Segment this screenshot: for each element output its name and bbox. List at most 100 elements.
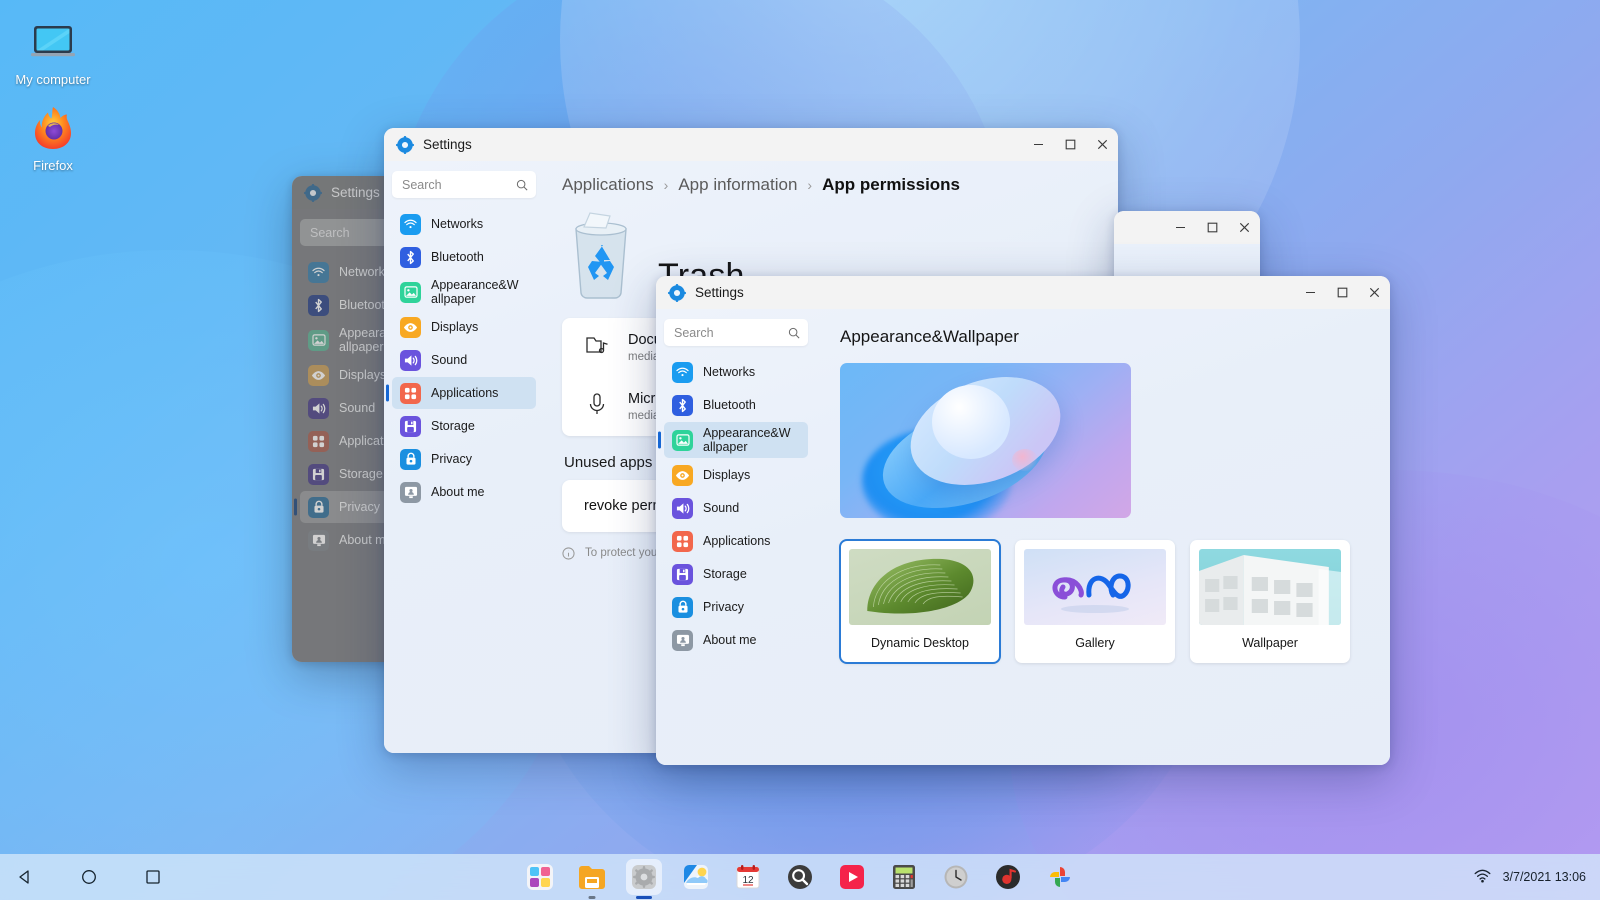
sidebar-item-label: Storage <box>339 467 383 481</box>
lock-icon <box>672 596 693 618</box>
breadcrumb-separator: › <box>663 177 669 193</box>
pc-user-icon <box>308 529 329 551</box>
sidebar-item-label: Privacy <box>339 500 380 514</box>
minimize-button[interactable] <box>1164 211 1196 244</box>
lock-icon <box>400 448 421 470</box>
sidebar-item-displays[interactable]: Displays <box>392 311 536 343</box>
gear-icon <box>396 135 414 154</box>
sidebar-item-networks[interactable]: Networks <box>392 208 536 240</box>
sidebar-item-label: Sound <box>431 353 468 367</box>
sidebar-item-about-me[interactable]: About me <box>664 624 808 656</box>
info-icon <box>562 547 575 565</box>
grid-icon <box>400 382 421 404</box>
taskbar-app-store[interactable] <box>522 859 558 895</box>
minimize-button[interactable] <box>1022 128 1054 161</box>
disk-icon <box>400 415 421 437</box>
maximize-button[interactable] <box>1326 276 1358 309</box>
dynamic-desktop-thumbnail <box>849 549 991 625</box>
maximize-button[interactable] <box>1196 211 1228 244</box>
close-button[interactable] <box>1228 211 1260 244</box>
close-button[interactable] <box>1086 128 1118 161</box>
sidebar-item-sound[interactable]: Sound <box>392 344 536 376</box>
back-button[interactable] <box>14 866 36 888</box>
sidebar-item-storage[interactable]: Storage <box>664 558 808 590</box>
titlebar[interactable] <box>1114 211 1260 244</box>
titlebar[interactable]: Settings <box>384 128 1118 161</box>
taskbar-music[interactable] <box>990 859 1026 895</box>
desktop-icon-my-computer[interactable]: My computer <box>0 14 106 87</box>
taskbar-settings[interactable] <box>626 859 662 899</box>
sidebar-item-applications[interactable]: Applications <box>392 377 536 409</box>
sidebar-item-label: Displays <box>431 320 479 334</box>
speaker-icon <box>308 397 329 419</box>
taskbar-tray: 3/7/2021 13:06 <box>1474 869 1586 886</box>
sidebar-item-displays[interactable]: Displays <box>664 459 808 491</box>
taskbar-photos[interactable] <box>1042 859 1078 895</box>
gear-icon <box>668 283 686 302</box>
sidebar-item-sound[interactable]: Sound <box>664 492 808 524</box>
sidebar-item-bluetooth[interactable]: Bluetooth <box>664 389 808 421</box>
minimize-button[interactable] <box>1294 276 1326 309</box>
sidebar-item-storage[interactable]: Storage <box>392 410 536 442</box>
bluetooth-icon <box>308 294 329 316</box>
search-input[interactable]: Search <box>392 171 536 198</box>
window-title: Settings <box>423 137 472 152</box>
image-icon <box>400 281 421 303</box>
sidebar-item-label: Bluetooth <box>703 398 756 412</box>
maximize-button[interactable] <box>1054 128 1086 161</box>
sidebar-item-bluetooth[interactable]: Bluetooth <box>392 241 536 273</box>
sidebar-item-label: Networks <box>703 365 756 379</box>
desktop-icon-label: Firefox <box>33 158 73 173</box>
wifi-icon <box>672 361 693 383</box>
breadcrumb-item[interactable]: Applications <box>562 175 654 195</box>
page-title: Appearance&Wallpaper <box>840 327 1019 346</box>
sidebar-item-applications[interactable]: Applications <box>664 525 808 557</box>
sidebar-item-about-me[interactable]: About me <box>392 476 536 508</box>
close-button[interactable] <box>1358 276 1390 309</box>
taskbar-clock-text[interactable]: 3/7/2021 13:06 <box>1503 870 1586 884</box>
desktop-icon-firefox[interactable]: Firefox <box>0 100 106 173</box>
sidebar-item-appearance-wallpaper[interactable]: Appearance&W allpaper <box>664 422 808 458</box>
disk-icon <box>308 463 329 485</box>
search-input[interactable]: Search <box>664 319 808 346</box>
taskbar-media-player[interactable] <box>834 859 870 895</box>
tile-wallpaper[interactable]: Wallpaper <box>1190 540 1350 663</box>
home-button[interactable] <box>78 866 100 888</box>
sidebar-item-label: Applications <box>431 386 499 400</box>
window-controls <box>1294 276 1390 309</box>
sidebar-item-appearance-wallpaper[interactable]: Appearance&W allpaper <box>392 274 536 310</box>
taskbar-weather[interactable] <box>678 859 714 895</box>
wifi-icon[interactable] <box>1474 869 1491 886</box>
breadcrumb-item[interactable]: App information <box>678 175 797 195</box>
desktop[interactable]: My computer Firefox Settings Search Netw… <box>0 0 1600 900</box>
sidebar-item-label: Bluetooth <box>431 250 484 264</box>
sidebar-item-label: Networks <box>431 217 484 231</box>
disk-icon <box>672 563 693 585</box>
current-wallpaper-preview[interactable] <box>840 363 1131 518</box>
trash-bin-icon <box>562 209 640 304</box>
taskbar-search[interactable] <box>782 859 818 895</box>
sidebar-item-label: Storage <box>703 567 747 581</box>
window-controls <box>1022 128 1118 161</box>
sidebar-item-networks[interactable]: Networks <box>664 356 808 388</box>
firefox-icon <box>0 100 106 156</box>
sidebar-item-label: Applications <box>703 534 771 548</box>
taskbar-calendar[interactable]: 12 <box>730 859 766 895</box>
gallery-thumbnail <box>1024 549 1166 625</box>
titlebar[interactable]: Settings <box>656 276 1390 309</box>
settings-window-appearance[interactable]: Settings Search Networks Bluetooth Appea… <box>656 276 1390 765</box>
desktop-icon-label: My computer <box>15 72 91 87</box>
taskbar-calculator[interactable] <box>886 859 922 895</box>
tile-dynamic-desktop[interactable]: Dynamic Desktop <box>840 540 1000 663</box>
taskbar-apps: 12 <box>522 859 1078 899</box>
tile-gallery[interactable]: Gallery <box>1015 540 1175 663</box>
microphone-icon <box>584 391 610 422</box>
taskbar-clock[interactable] <box>938 859 974 895</box>
search-placeholder: Search <box>402 177 442 192</box>
sidebar-item-privacy[interactable]: Privacy <box>392 443 536 475</box>
recents-button[interactable] <box>142 866 164 888</box>
tile-label: Gallery <box>1075 636 1115 650</box>
sidebar-item-privacy[interactable]: Privacy <box>664 591 808 623</box>
sidebar-item-label: Sound <box>703 501 740 515</box>
taskbar-files[interactable] <box>574 859 610 899</box>
